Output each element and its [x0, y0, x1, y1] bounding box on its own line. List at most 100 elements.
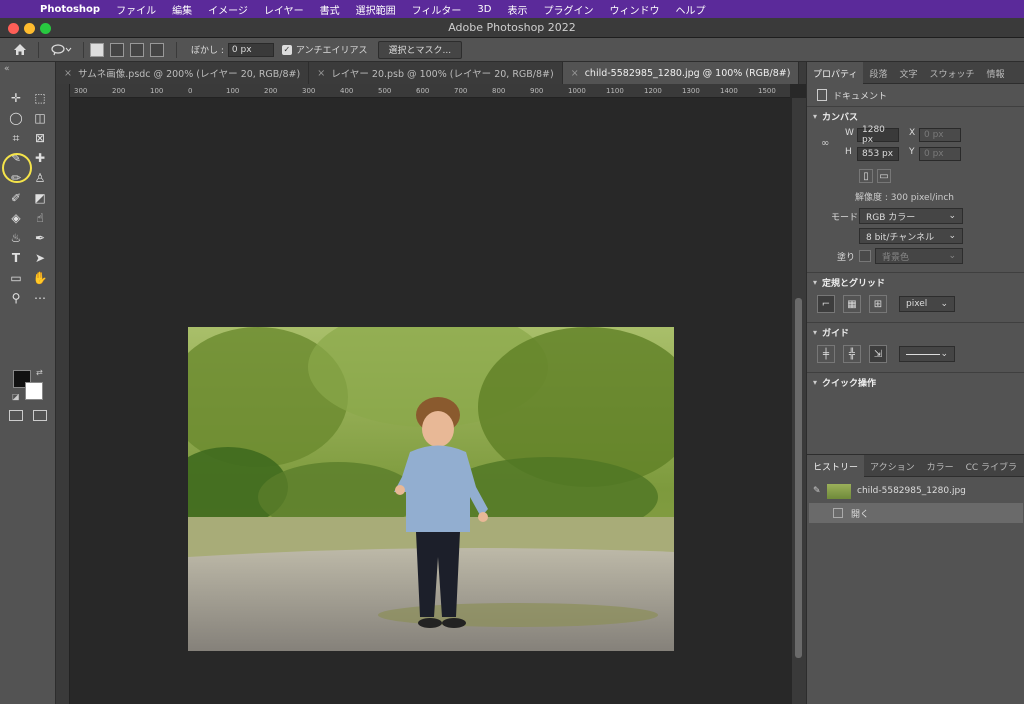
- vertical-scrollbar[interactable]: [792, 98, 806, 704]
- feather-input[interactable]: [227, 42, 274, 57]
- horizontal-ruler[interactable]: 300 200 100 0 100 200 300 400 500 600 700 800 900 100…: [70, 84, 790, 98]
- home-button[interactable]: [8, 40, 32, 60]
- tab-thumbnail-psdc[interactable]: × サムネ画像.psdc @ 200% (レイヤー 20, RGB/8#): [56, 62, 310, 84]
- hand-tool-icon[interactable]: ✋: [28, 268, 52, 288]
- canvas-width-field[interactable]: 1280 px: [857, 125, 899, 145]
- tab-cc-libraries[interactable]: CC ライブラ: [960, 455, 1023, 477]
- ruler-tick-label: 900: [530, 87, 544, 95]
- canvas-x-field[interactable]: 0 px: [919, 128, 961, 142]
- pen-tool-icon[interactable]: ✒: [28, 228, 52, 248]
- vertical-ruler[interactable]: [56, 84, 70, 704]
- guides-section-header[interactable]: ▾ ガイド: [807, 322, 1024, 342]
- tool-preset-picker[interactable]: [45, 41, 77, 59]
- menu-3d[interactable]: 3D: [477, 4, 491, 15]
- menu-plugins[interactable]: プラグイン: [543, 2, 593, 17]
- new-selection-button[interactable]: [90, 42, 104, 57]
- screen-mode-icon[interactable]: [33, 410, 47, 421]
- history-step-open[interactable]: 開く: [809, 503, 1023, 523]
- menu-bar: Photoshop ファイル 編集 イメージ レイヤー 書式 選択範囲 フィルタ…: [0, 0, 1024, 18]
- subtract-selection-button[interactable]: [130, 42, 144, 57]
- select-and-mask-button[interactable]: 選択とマスク...: [377, 40, 463, 59]
- guides-show-icon[interactable]: ╪: [817, 345, 835, 363]
- dodge-tool-icon[interactable]: ♨: [4, 228, 28, 248]
- color-mode-dropdown[interactable]: RGB カラー ⌄: [859, 208, 963, 224]
- ruler-tick-label: 500: [378, 87, 392, 95]
- grid-toggle-icon[interactable]: ▦: [843, 295, 861, 313]
- history-brush-source-icon[interactable]: ✎: [813, 486, 827, 496]
- portrait-orientation-button[interactable]: ▯: [859, 169, 873, 183]
- marquee-tool-icon[interactable]: ⬚: [28, 88, 52, 108]
- history-snapshot[interactable]: ✎ child-5582985_1280.jpg: [807, 481, 1024, 501]
- eraser-tool-icon[interactable]: ◩: [28, 188, 52, 208]
- background-color-swatch[interactable]: [25, 382, 43, 400]
- antialias-checkbox[interactable]: ✓: [281, 44, 292, 55]
- link-icon[interactable]: ∞: [821, 138, 829, 149]
- pixel-grid-toggle-icon[interactable]: ⊞: [869, 295, 887, 313]
- swap-colors-icon[interactable]: ⇄: [36, 368, 43, 377]
- tab-child-jpg[interactable]: × child-5582985_1280.jpg @ 100% (RGB/8#): [562, 62, 800, 84]
- tab-paragraph[interactable]: 段落: [863, 62, 893, 84]
- object-select-tool-icon[interactable]: ◫: [28, 108, 52, 128]
- paint-bucket-tool-icon[interactable]: ◈: [4, 208, 28, 228]
- menu-layer[interactable]: レイヤー: [264, 2, 304, 17]
- smart-guides-icon[interactable]: ⇲: [869, 345, 887, 363]
- scrollbar-thumb[interactable]: [795, 298, 802, 658]
- more-tools-icon[interactable]: ⋯: [28, 288, 52, 308]
- menu-file[interactable]: ファイル: [116, 2, 156, 17]
- lasso-icon: [51, 43, 72, 55]
- ruler-toggle-icon[interactable]: ⌐: [817, 295, 835, 313]
- bit-depth-dropdown[interactable]: 8 bit/チャンネル ⌄: [859, 228, 963, 244]
- path-select-tool-icon[interactable]: ➤: [28, 248, 52, 268]
- frame-tool-icon[interactable]: ⊠: [28, 128, 52, 148]
- menu-app-name[interactable]: Photoshop: [40, 4, 100, 15]
- canvas-height-field[interactable]: 853 px: [857, 147, 899, 161]
- move-tool-icon[interactable]: ✛: [4, 88, 28, 108]
- menu-help[interactable]: ヘルプ: [675, 2, 705, 17]
- tab-properties[interactable]: プロパティ: [807, 62, 864, 84]
- menu-select[interactable]: 選択範囲: [356, 2, 396, 17]
- tools-panel: « ✛ ⬚ ◯ ◫ ⌗ ⊠ ✎ ✚ ✏ ♙ ✐ ◩ ◈ ☝ ♨ ✒ T ➤ ▭ …: [0, 62, 56, 704]
- ruler-unit-dropdown[interactable]: pixel ⌄: [899, 296, 955, 312]
- crop-tool-icon[interactable]: ⌗: [4, 128, 28, 148]
- rectangle-tool-icon[interactable]: ▭: [4, 268, 28, 288]
- guide-style-dropdown[interactable]: ⌄: [899, 346, 955, 362]
- intersect-selection-button[interactable]: [150, 42, 164, 57]
- quick-mask-icon[interactable]: [9, 410, 23, 421]
- menu-edit[interactable]: 編集: [172, 2, 192, 17]
- default-colors-icon[interactable]: ◪: [12, 392, 20, 401]
- smudge-tool-icon[interactable]: ☝: [28, 208, 52, 228]
- history-step-label: 開く: [851, 509, 870, 520]
- tab-color[interactable]: カラー: [921, 455, 960, 477]
- history-brush-tool-icon[interactable]: ✐: [4, 188, 28, 208]
- menu-filter[interactable]: フィルター: [412, 2, 462, 17]
- collapse-toolbar-icon[interactable]: «: [4, 64, 10, 74]
- close-tab-icon[interactable]: ×: [571, 68, 579, 79]
- tab-history[interactable]: ヒストリー: [807, 455, 865, 477]
- menu-image[interactable]: イメージ: [208, 2, 248, 17]
- menu-window[interactable]: ウィンドウ: [609, 2, 659, 17]
- tab-character[interactable]: 文字: [893, 62, 923, 84]
- rulers-grid-section-header[interactable]: ▾ 定規とグリッド: [807, 272, 1024, 292]
- fill-dropdown[interactable]: 背景色 ⌄: [875, 248, 963, 264]
- menu-view[interactable]: 表示: [507, 2, 527, 17]
- document-icon: [833, 508, 843, 518]
- quick-actions-section-header[interactable]: ▾ クイック操作: [807, 372, 1024, 392]
- type-tool-icon[interactable]: T: [4, 248, 28, 268]
- add-selection-button[interactable]: [110, 42, 124, 57]
- canvas-y-field[interactable]: 0 px: [919, 147, 961, 161]
- guides-lock-icon[interactable]: ╬: [843, 345, 861, 363]
- fill-swatch[interactable]: [859, 250, 871, 262]
- landscape-orientation-button[interactable]: ▭: [877, 169, 891, 183]
- menu-type[interactable]: 書式: [320, 2, 340, 17]
- tab-swatches[interactable]: スウォッチ: [924, 62, 981, 84]
- close-tab-icon[interactable]: ×: [64, 68, 72, 79]
- close-tab-icon[interactable]: ×: [317, 68, 325, 79]
- zoom-tool-icon[interactable]: ⚲: [4, 288, 28, 308]
- tab-actions[interactable]: アクション: [864, 455, 921, 477]
- tab-layer20-psb[interactable]: × レイヤー 20.psb @ 100% (レイヤー 20, RGB/8#): [309, 62, 563, 84]
- document-image[interactable]: [188, 327, 674, 651]
- tab-info[interactable]: 情報: [981, 62, 1011, 84]
- canvas-section-header[interactable]: ▾ カンバス: [807, 106, 1024, 126]
- ruler-tick-label: 1400: [720, 87, 738, 95]
- lasso-tool-icon[interactable]: ◯: [4, 108, 28, 128]
